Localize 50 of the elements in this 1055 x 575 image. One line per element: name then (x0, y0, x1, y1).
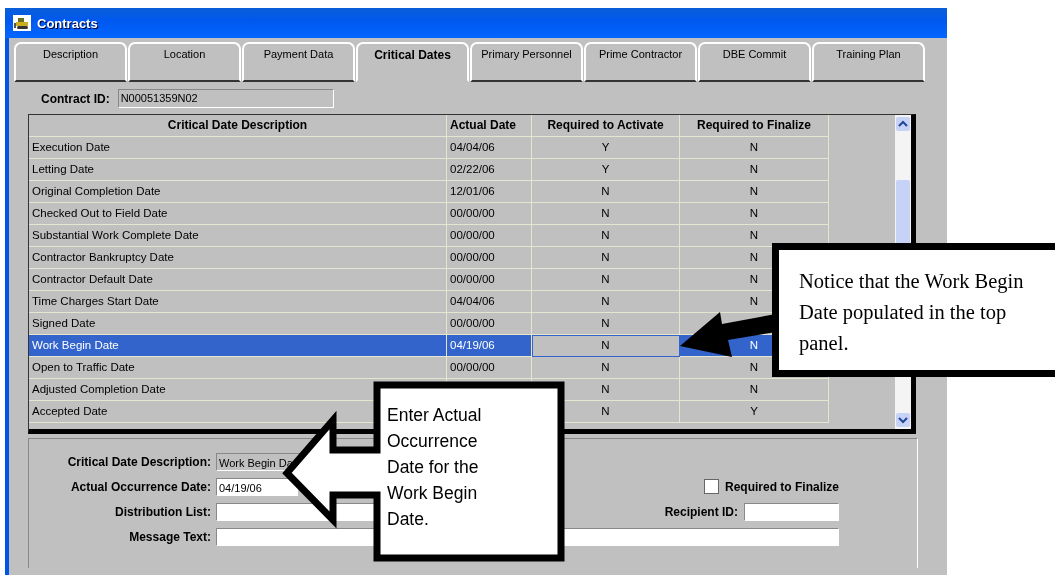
table-cell: N (601, 273, 610, 285)
table-cell: N (749, 141, 759, 153)
field-label: Distribution List: (114, 504, 211, 519)
table-cell: N (601, 185, 610, 197)
field-label: Actual Occurrence Date: (69, 479, 211, 494)
table-cell: 00/00/00 (450, 207, 495, 219)
table-cell: Y (601, 141, 610, 153)
table-cell: 04/19/06 (450, 339, 495, 351)
table-cell: N (601, 251, 610, 263)
table-cell: 00/00/00 (450, 251, 495, 263)
table-cell: 00/00/00 (450, 229, 495, 241)
table-cell: 02/22/06 (450, 163, 495, 175)
field-label: Recipient ID: (664, 504, 738, 519)
table-cell: N (749, 273, 759, 285)
table-cell: N (749, 251, 759, 263)
field-label: Message Text: (128, 529, 211, 544)
field-label: Contract ID: (41, 91, 110, 106)
table-cell: N (749, 361, 759, 373)
table-cell: N (749, 295, 759, 307)
table-cell: 04/04/06 (450, 295, 495, 307)
table-cell: N (749, 229, 759, 241)
checkbox-label: Required to Finalize (725, 479, 839, 494)
table-cell: N (749, 339, 759, 351)
table-cell: N (749, 207, 759, 219)
table-cell: N (601, 405, 610, 417)
window-title: Contracts (37, 15, 98, 31)
table-cell: N (601, 207, 610, 219)
table-cell: 00/00/00 (450, 273, 495, 285)
table-cell: N (601, 317, 610, 329)
table-cell: N (601, 295, 610, 307)
table-cell: N (601, 339, 610, 351)
table-cell: N (601, 361, 610, 373)
table-cell: Y (601, 163, 610, 175)
column-header: Critical Date Description (29, 115, 447, 137)
table-cell: Y (750, 405, 758, 417)
field-label: Critical Date Description: (66, 454, 211, 469)
callout-tooltip: Notice that the Work Begin Date populated in the top panel. (772, 243, 1055, 377)
table-cell: N (601, 229, 610, 241)
table-cell: N (749, 185, 759, 197)
table-cell: N (749, 383, 759, 395)
table-cell: N (601, 383, 610, 395)
table-cell: 04/04/06 (450, 141, 495, 153)
callout-text: Enter Actual Occurrence Date for the Work Begin Date. (387, 404, 483, 531)
table-cell: 12/01/06 (450, 185, 495, 197)
column-header: Required to Activate (532, 115, 680, 137)
table-cell: 00/00/00 (450, 361, 495, 373)
table-cell: 00/00/00 (450, 317, 495, 329)
column-header: Actual Date (447, 115, 532, 137)
column-header: Required to Finalize (680, 115, 829, 137)
table-cell: N (749, 163, 759, 175)
